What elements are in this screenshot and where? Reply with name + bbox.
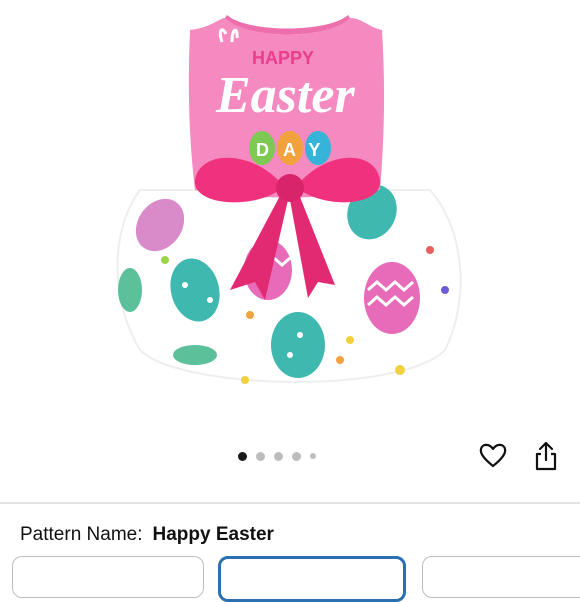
carousel-dot-2[interactable]: [256, 451, 265, 461]
product-image[interactable]: HAPPY Easter DAY: [100, 0, 480, 420]
heart-icon: [479, 443, 507, 468]
dress-print-day: DAY: [249, 131, 334, 165]
carousel-dot-1[interactable]: [238, 451, 247, 461]
pattern-option-2-selected[interactable]: [218, 556, 406, 602]
carousel-dot-4[interactable]: [292, 451, 301, 461]
carousel-dot-3[interactable]: [274, 451, 283, 461]
pattern-name-row: Pattern Name: Happy Easter: [20, 524, 274, 546]
pattern-name-label: Pattern Name:: [20, 524, 143, 545]
image-carousel-dots[interactable]: [238, 446, 316, 466]
section-divider: [0, 502, 580, 504]
share-icon: [535, 441, 557, 471]
dress-print-easter: Easter: [215, 67, 355, 124]
pattern-option-1[interactable]: [12, 556, 204, 598]
dress-print-happy: HAPPY: [252, 48, 314, 68]
share-button[interactable]: [532, 440, 560, 472]
pattern-option-3[interactable]: [422, 556, 580, 598]
carousel-dot-5[interactable]: [310, 453, 316, 459]
pattern-name-value: Happy Easter: [152, 524, 274, 545]
dress-print-day-text: DAY: [256, 140, 334, 160]
dog-dress-illustration: HAPPY Easter DAY: [116, 15, 462, 384]
favorite-button[interactable]: [478, 440, 508, 470]
